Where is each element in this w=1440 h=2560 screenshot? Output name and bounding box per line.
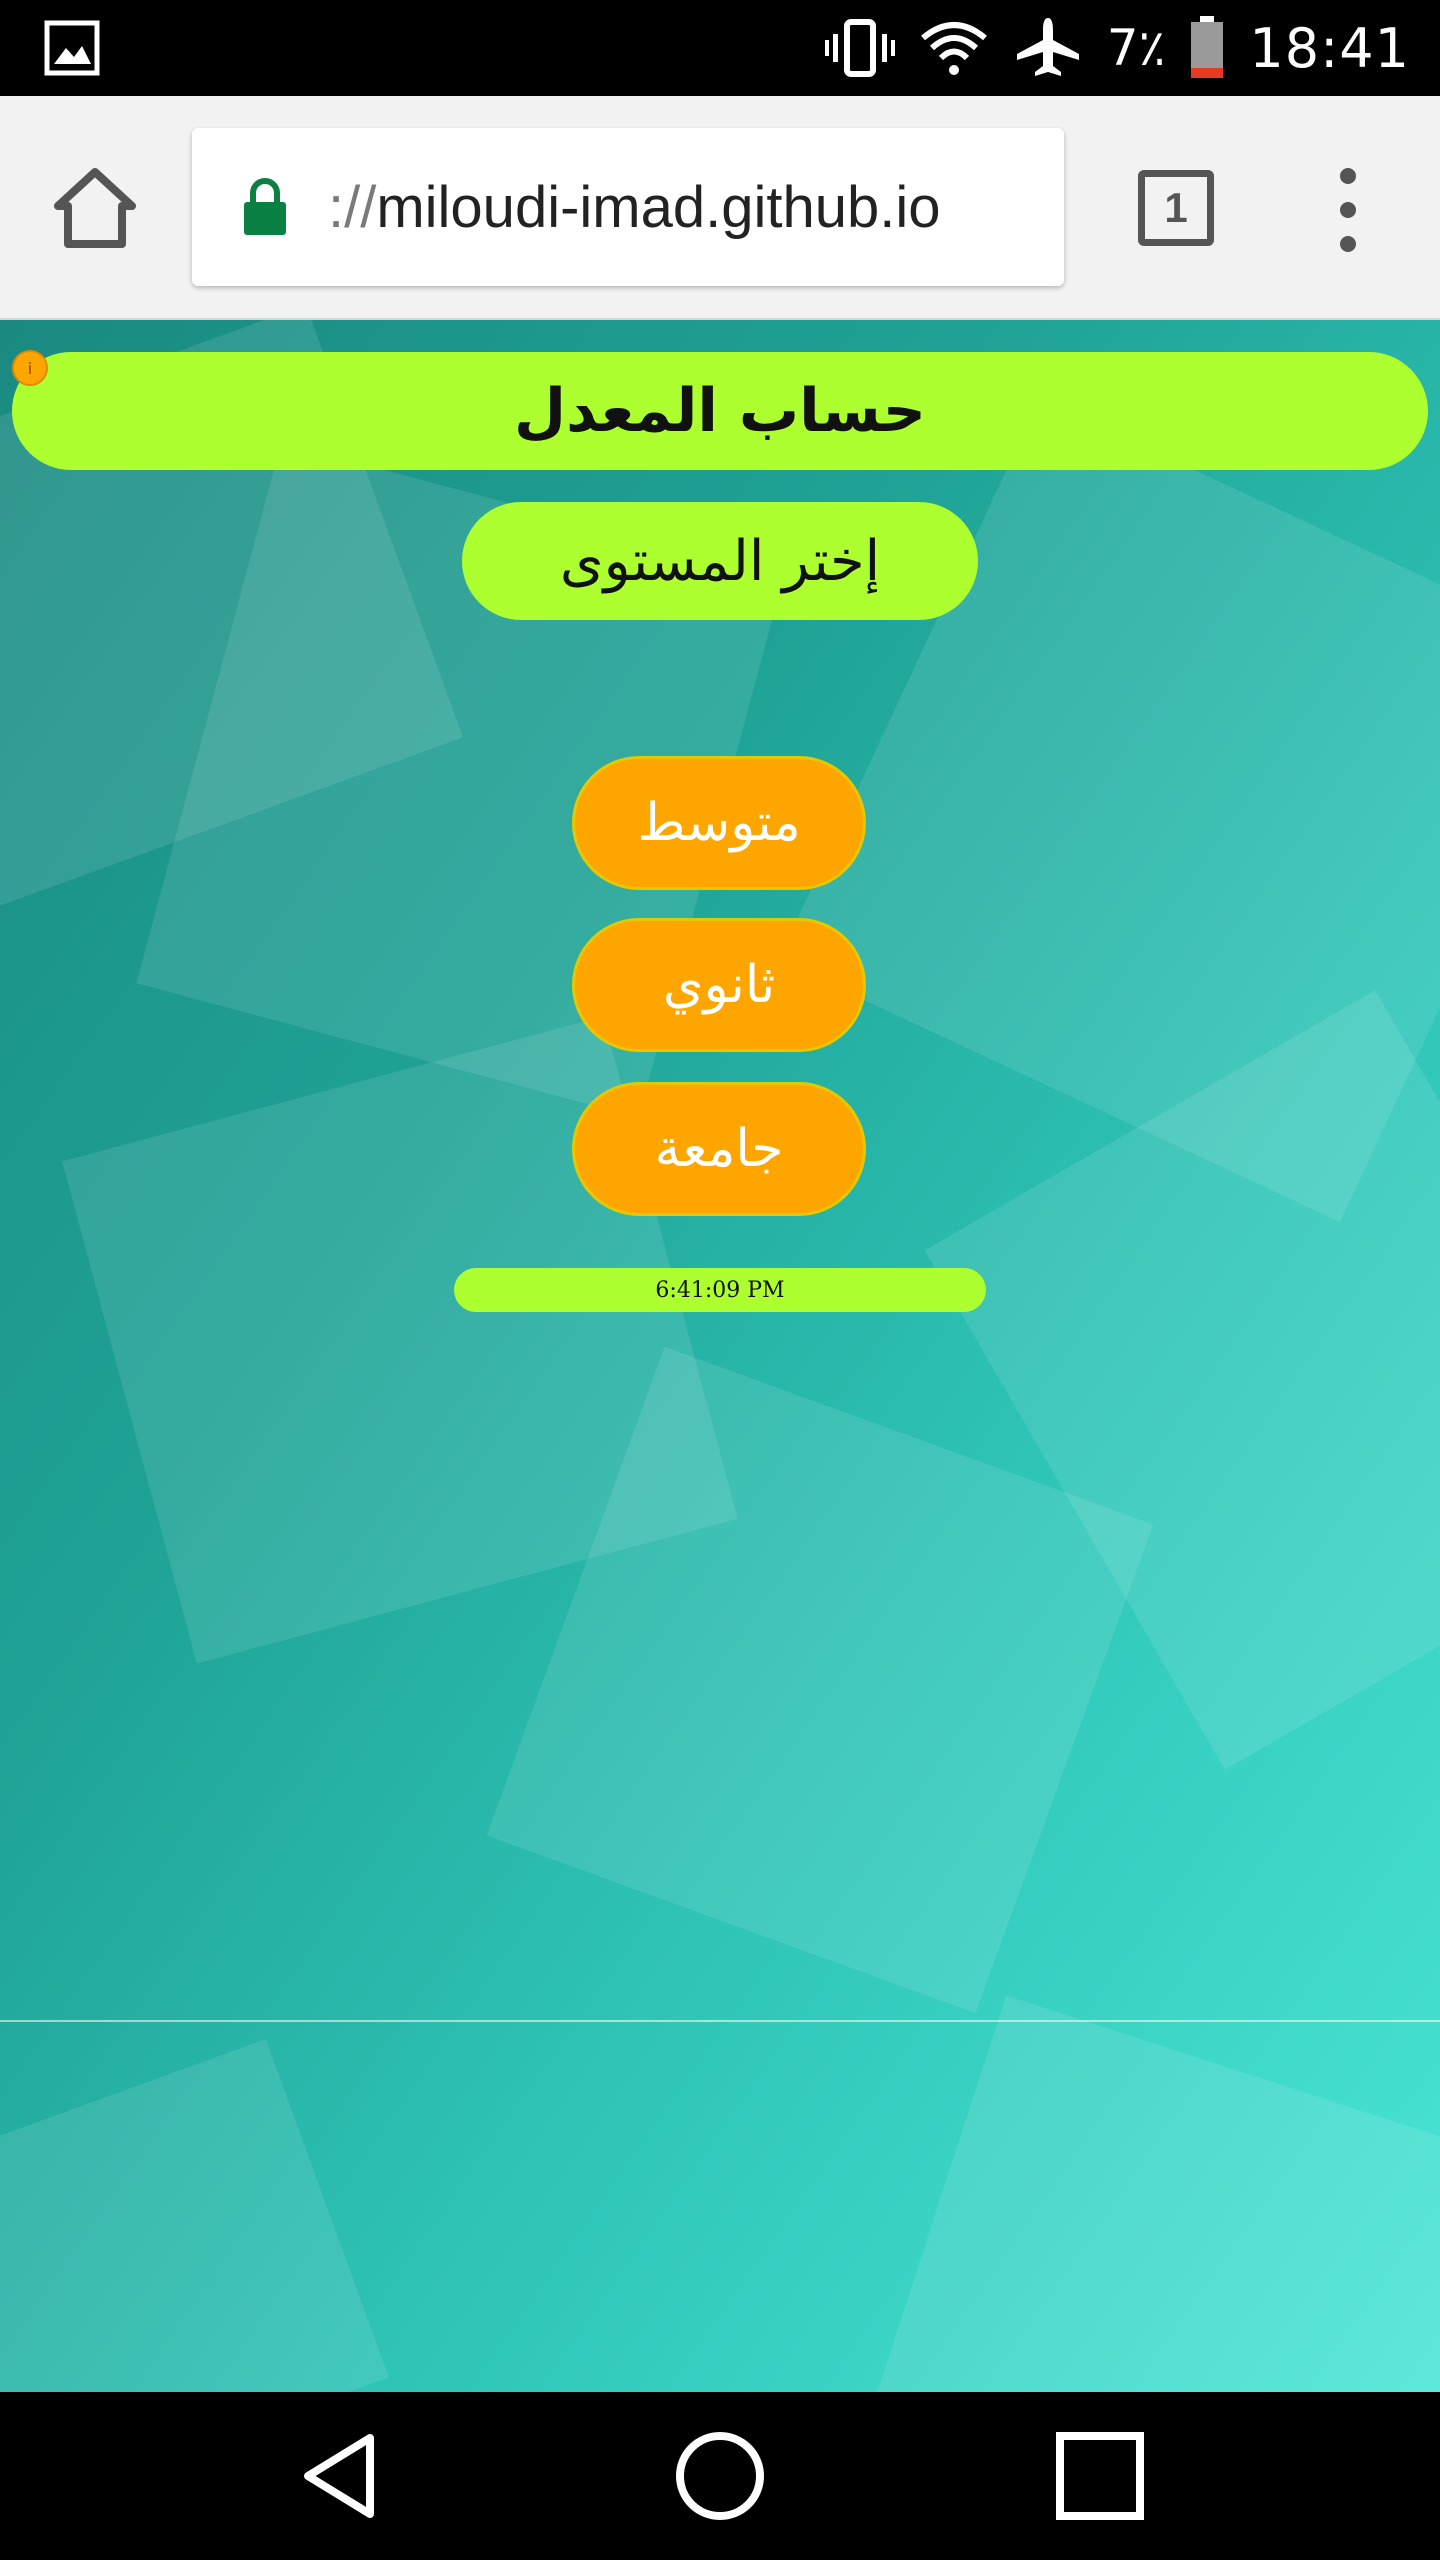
status-bar: 7٪ 18:41: [0, 0, 1440, 96]
tab-switcher-icon[interactable]: 1: [1138, 170, 1214, 246]
background-shape: [864, 1995, 1440, 2392]
back-icon[interactable]: [290, 2426, 390, 2526]
menu-icon[interactable]: [1318, 162, 1378, 258]
level-prompt: إختر المستوى: [462, 502, 978, 620]
content-divider: [0, 2020, 1440, 2022]
vibrate-icon: [824, 19, 895, 77]
recents-icon[interactable]: [1050, 2426, 1150, 2526]
airplane-mode-icon: [1016, 18, 1079, 76]
info-badge-icon[interactable]: i: [12, 350, 48, 386]
page-clock: 6:41:09 PM: [454, 1268, 986, 1312]
url-text: ://miloudi-imad.github.io: [328, 174, 941, 241]
background-shape: [0, 2039, 389, 2392]
battery-icon: [1191, 16, 1224, 78]
wifi-icon: [920, 22, 987, 75]
status-clock: 18:41: [1249, 16, 1410, 80]
lock-icon: [244, 178, 286, 235]
level-button-university[interactable]: جامعة: [572, 1082, 866, 1216]
web-page: حساب المعدل i إختر المستوى متوسط ثانوي ج…: [0, 320, 1440, 2392]
battery-percent: 7٪: [1106, 19, 1166, 77]
home-icon[interactable]: [52, 166, 138, 252]
navigation-bar: [0, 2392, 1440, 2560]
home-circle-icon[interactable]: [670, 2426, 770, 2526]
level-button-high-school[interactable]: ثانوي: [572, 918, 866, 1052]
level-button-middle-school[interactable]: متوسط: [572, 756, 866, 890]
url-scheme: ://: [328, 174, 377, 240]
url-host: miloudi-imad.github.io: [376, 174, 941, 240]
page-title: حساب المعدل: [12, 352, 1428, 470]
gallery-icon: [44, 20, 100, 76]
browser-toolbar: ://miloudi-imad.github.io 1: [0, 96, 1440, 320]
url-bar[interactable]: ://miloudi-imad.github.io: [192, 128, 1064, 286]
